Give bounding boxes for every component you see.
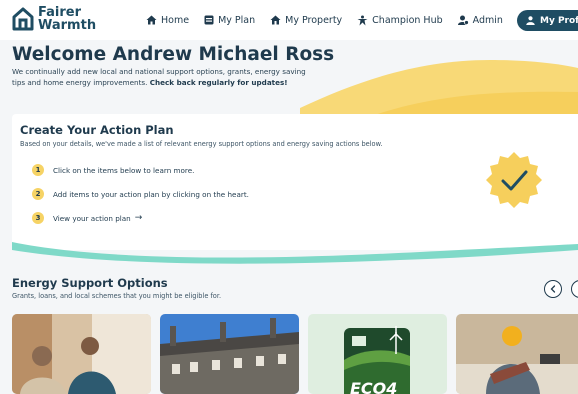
support-option-card[interactable]: ECO4	[308, 314, 447, 394]
check-badge-icon	[486, 152, 542, 208]
action-plan-card: Create Your Action Plan Based on your de…	[12, 114, 578, 250]
step-number: 2	[32, 188, 44, 200]
nav-champion-hub-label: Champion Hub	[372, 14, 443, 26]
nav-admin[interactable]: Admin	[457, 14, 503, 26]
action-step-2: 2 Add items to your action plan by click…	[32, 188, 249, 200]
arrow-right-icon: →	[134, 213, 143, 223]
house-logo-icon	[12, 7, 34, 31]
nav-my-property[interactable]: My Property	[270, 15, 342, 26]
welcome-emphasis: Check back regularly for updates!	[149, 77, 288, 87]
brand-logo[interactable]: Fairer Warmth	[12, 6, 96, 32]
energy-support-subtitle: Grants, loans, and local schemes that yo…	[12, 292, 222, 300]
step-text: Add items to your action plan by clickin…	[53, 189, 249, 199]
champion-icon	[357, 15, 368, 25]
teal-divider-wave	[12, 242, 578, 264]
builder-photo	[456, 314, 578, 394]
energy-support-title: Energy Support Options	[12, 276, 168, 290]
brand-line-2: Warmth	[38, 18, 97, 33]
carousel-next-button[interactable]	[571, 280, 578, 298]
action-plan-subtitle: Based on your details, we've made a list…	[20, 140, 383, 148]
my-profile-button[interactable]: My Profile	[517, 10, 578, 31]
my-profile-label: My Profile	[540, 15, 578, 26]
plan-icon	[204, 15, 214, 25]
carousel-prev-button[interactable]	[544, 280, 562, 298]
eco4-logo: ECO4	[308, 314, 447, 394]
welcome-description: We continually add new local and nationa…	[12, 67, 312, 88]
admin-icon	[457, 15, 469, 25]
brand-name: Fairer Warmth	[38, 6, 96, 32]
step-text[interactable]: View your action plan	[53, 214, 131, 223]
step-text: Click on the items below to learn more.	[53, 165, 195, 175]
support-option-card[interactable]	[12, 314, 151, 394]
step-number: 3	[32, 212, 44, 224]
user-icon	[526, 16, 535, 25]
nav-admin-label: Admin	[472, 14, 503, 26]
nav-home[interactable]: Home	[146, 15, 189, 26]
nav-my-property-label: My Property	[285, 14, 343, 26]
nav-my-plan[interactable]: My Plan	[204, 15, 255, 26]
support-option-card[interactable]	[160, 314, 299, 394]
home-icon	[146, 15, 157, 25]
action-step-3[interactable]: 3 View your action plan →	[32, 212, 142, 224]
action-step-1: 1 Click on the items below to learn more…	[32, 164, 194, 176]
svg-text:ECO4: ECO4	[350, 379, 397, 394]
welcome-title: Welcome Andrew Michael Ross	[12, 44, 335, 65]
top-nav-bar: Fairer Warmth Home My Plan My Property C…	[0, 0, 578, 40]
property-icon	[270, 15, 281, 25]
main-navigation: Home My Plan My Property Champion Hub Ad…	[146, 0, 548, 40]
welcome-hero: Welcome Andrew Michael Ross We continual…	[0, 40, 578, 120]
advisor-photo	[12, 314, 151, 394]
support-option-card[interactable]	[456, 314, 578, 394]
chevron-left-icon	[550, 285, 556, 293]
nav-champion-hub[interactable]: Champion Hub	[357, 14, 443, 26]
terraced-houses-photo	[160, 314, 299, 394]
nav-home-label: Home	[161, 14, 190, 26]
nav-my-plan-label: My Plan	[218, 14, 256, 26]
action-plan-title: Create Your Action Plan	[20, 123, 174, 137]
step-number: 1	[32, 164, 44, 176]
